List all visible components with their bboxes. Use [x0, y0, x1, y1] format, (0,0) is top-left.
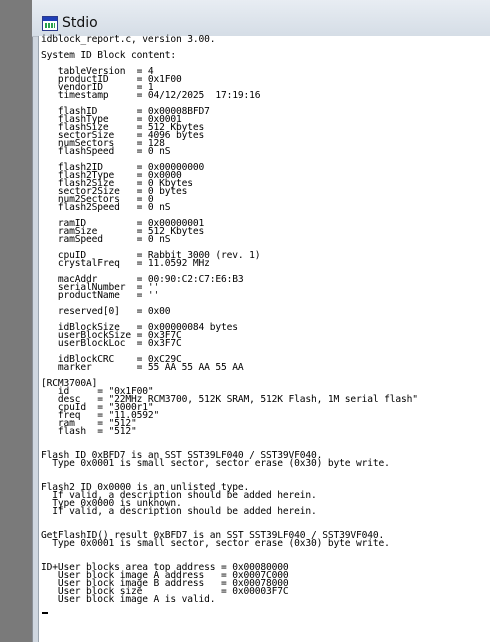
window-title: Stdio [62, 15, 98, 31]
console-line: userBlockLoc = 0x3F7C [41, 338, 182, 349]
console-line: flashSpeed = 0 nS [41, 146, 171, 157]
console-line: timestamp = 04/12/2025 17:19:16 [41, 90, 261, 101]
console-line: flash2Speed = 0 nS [41, 202, 171, 213]
console-output-area[interactable]: idblock_report.c, version 3.00. System I… [38, 34, 490, 642]
stdio-window: Stdio idblock_report.c, version 3.00. Sy… [32, 0, 490, 642]
console-line: idblock_report.c, version 3.00. [41, 34, 216, 45]
icon-grid-shape [45, 23, 55, 28]
console-line: User block image A is valid. [41, 594, 216, 605]
title-bar[interactable]: Stdio [32, 0, 490, 37]
console-text: idblock_report.c, version 3.00. System I… [39, 34, 490, 605]
console-line: crystalFreq = 11.0592 MHz [41, 258, 210, 269]
console-line: If valid, a description should be added … [41, 506, 317, 517]
console-line: productName = '' [41, 290, 160, 301]
console-line: Type 0x0001 is small sector, sector eras… [41, 458, 390, 469]
console-line: System ID Block content: [41, 50, 177, 61]
console-line: flash = "512" [41, 426, 137, 437]
console-line: marker = 55 AA 55 AA 55 AA [41, 362, 244, 373]
console-line: ramSpeed = 0 nS [41, 234, 171, 245]
stdio-window-icon[interactable] [42, 16, 58, 31]
console-line: reserved[0] = 0x00 [41, 306, 171, 317]
icon-titlebar-shape [43, 17, 57, 21]
text-cursor [42, 612, 48, 614]
console-line: Type 0x0001 is small sector, sector eras… [41, 538, 390, 549]
